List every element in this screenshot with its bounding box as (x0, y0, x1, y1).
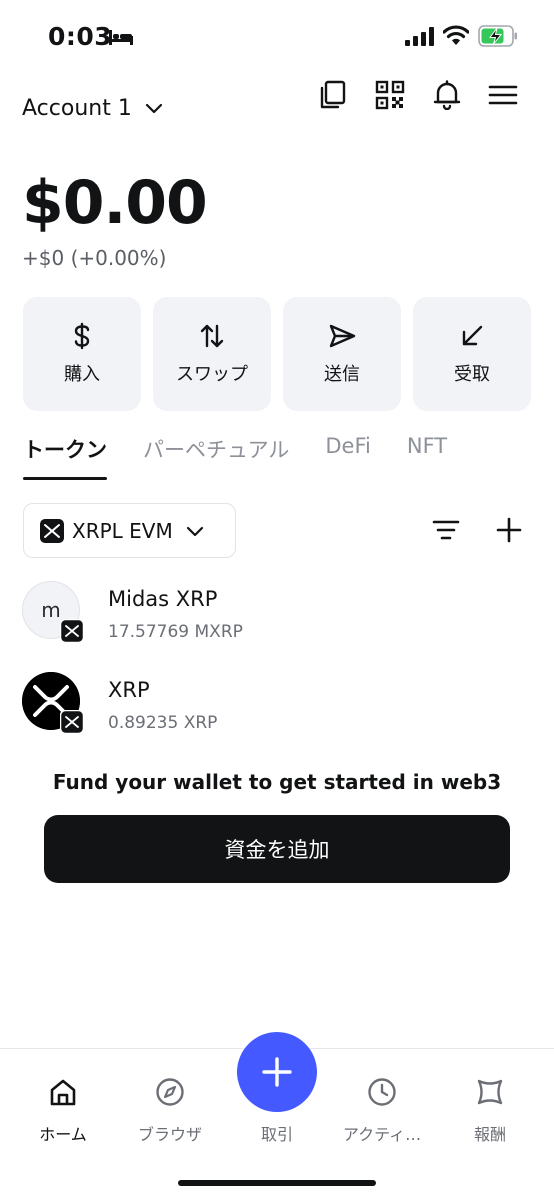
rewards-icon (477, 1079, 503, 1105)
token-amount: 17.57769 MXRP (108, 622, 243, 642)
add-token-icon[interactable] (496, 517, 522, 543)
send-label: 送信 (324, 364, 360, 385)
receive-label: 受取 (454, 364, 490, 385)
swap-label: スワップ (176, 364, 248, 385)
token-name: XRP (108, 678, 150, 702)
signal-icon (405, 27, 434, 46)
add-funds-button[interactable]: 資金を追加 (44, 815, 510, 883)
plus-icon (262, 1057, 292, 1087)
wifi-icon (443, 25, 469, 45)
nav-browser[interactable]: ブラウザ (125, 1077, 215, 1145)
tab-tokens[interactable]: トークン (23, 434, 107, 480)
nav-label: 報酬 (473, 1125, 506, 1144)
menu-icon[interactable] (488, 80, 518, 110)
nav-home[interactable]: ホーム (18, 1077, 108, 1145)
receive-button[interactable]: 受取 (413, 297, 531, 411)
swap-icon (200, 324, 224, 348)
chevron-down-icon (186, 526, 203, 536)
home-icon (50, 1079, 76, 1106)
tab-nft[interactable]: NFT (407, 434, 447, 480)
total-balance: $0.00 (22, 168, 208, 238)
nav-label: アクティ… (342, 1125, 422, 1144)
tab-perpetuals[interactable]: パーペチュアル (143, 434, 289, 480)
xrpl-network-icon (40, 518, 64, 543)
fund-wallet-message: Fund your wallet to get started in web3 (52, 770, 502, 794)
compass-icon (156, 1078, 184, 1106)
send-button[interactable]: 送信 (283, 297, 401, 411)
nav-label: ホーム (39, 1125, 87, 1144)
token-row-midas-xrp[interactable]: m Midas XRP 17.57769 MXRP (22, 581, 532, 657)
copy-icon[interactable] (318, 80, 348, 110)
bed-icon (109, 30, 133, 45)
token-amount: 0.89235 XRP (108, 713, 218, 733)
dollar-icon (74, 322, 90, 350)
trade-label: 取引 (260, 1125, 293, 1144)
token-name: Midas XRP (108, 587, 218, 611)
receive-icon (462, 325, 483, 346)
status-time: 0:03 (48, 22, 113, 51)
buy-button[interactable]: 購入 (23, 297, 141, 411)
token-row-xrp[interactable]: XRP 0.89235 XRP (22, 672, 532, 748)
account-name: Account 1 (22, 95, 132, 121)
tab-defi[interactable]: DeFi (325, 434, 370, 480)
account-selector[interactable]: Account 1 (22, 92, 164, 124)
qr-code-icon[interactable] (375, 80, 405, 110)
asset-tabs: トークン パーペチュアル DeFi NFT (23, 434, 483, 484)
chevron-down-icon (145, 103, 162, 114)
home-indicator (178, 1180, 376, 1186)
nav-activity[interactable]: アクティ… (337, 1077, 427, 1145)
network-selector[interactable]: XRPL EVM (23, 503, 236, 558)
clock-icon (368, 1078, 396, 1106)
swap-button[interactable]: スワップ (153, 297, 271, 411)
status-bar: 0:03 (0, 0, 554, 72)
send-icon (329, 324, 356, 348)
xrpl-network-badge-icon (60, 619, 84, 643)
bell-icon[interactable] (432, 80, 462, 110)
xrpl-network-badge-icon (60, 710, 84, 734)
trade-button[interactable] (237, 1032, 317, 1112)
network-name: XRPL EVM (72, 518, 173, 543)
balance-change: +$0 (+0.00%) (22, 246, 167, 270)
action-buttons: 購入 スワップ 送信 受取 (23, 297, 531, 411)
battery-charging-icon (478, 25, 517, 47)
buy-label: 購入 (64, 364, 100, 385)
nav-rewards[interactable]: 報酬 (445, 1077, 535, 1145)
filter-icon[interactable] (432, 517, 460, 543)
nav-label: ブラウザ (137, 1125, 202, 1144)
